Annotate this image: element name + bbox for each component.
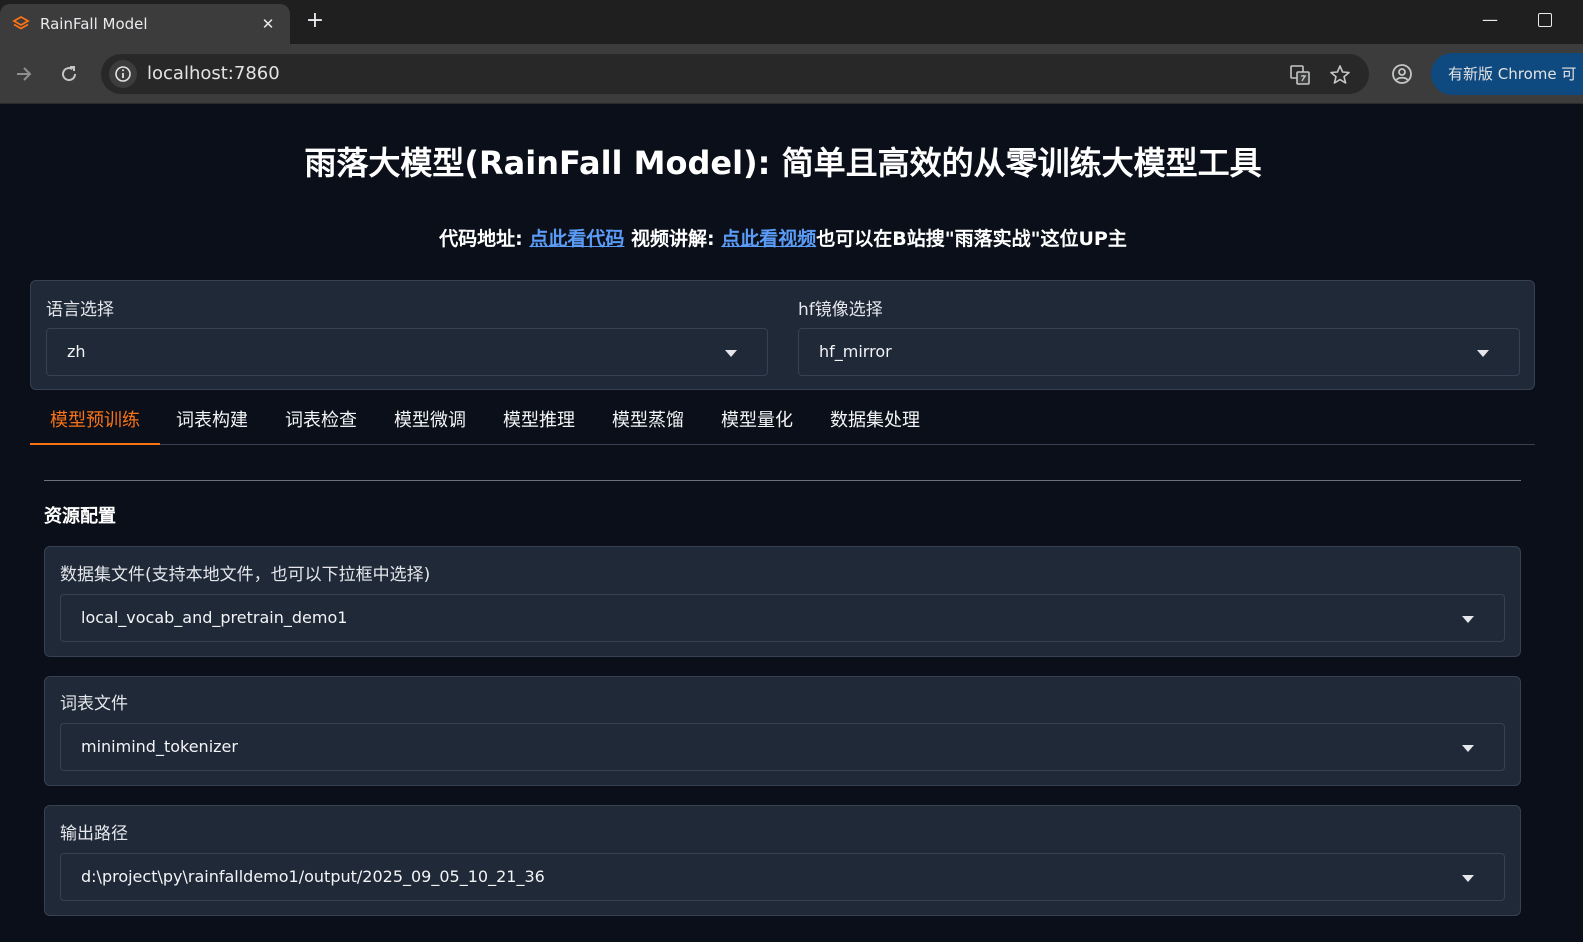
gradio-logo-icon xyxy=(12,15,30,30)
site-info-icon[interactable] xyxy=(109,60,137,88)
bookmark-star-icon[interactable] xyxy=(1328,63,1352,87)
chevron-down-icon xyxy=(1477,350,1489,357)
settings-panel: 语言选择 zh hf镜像选择 hf_mirror xyxy=(30,280,1535,390)
browser-tab[interactable]: RainFall Model ✕ xyxy=(0,4,290,44)
chevron-down-icon xyxy=(1462,616,1474,623)
language-value: zh xyxy=(67,342,86,361)
dataset-select[interactable]: local_vocab_and_pretrain_demo1 xyxy=(60,594,1505,642)
output-label: 输出路径 xyxy=(60,824,128,844)
tab-inference[interactable]: 模型推理 xyxy=(483,400,595,445)
profile-icon[interactable] xyxy=(1390,62,1414,86)
tab-vocab-build[interactable]: 词表构建 xyxy=(156,400,268,445)
video-prefix: 视频讲解: xyxy=(624,228,722,250)
chevron-down-icon xyxy=(725,350,737,357)
dataset-label: 数据集文件(支持本地文件，也可以下拉框中选择) xyxy=(60,565,431,585)
main-tabs: 模型预训练 词表构建 词表检查 模型微调 模型推理 模型蒸馏 模型量化 数据集处… xyxy=(30,400,1535,445)
links-line: 代码地址: 点此看代码 视频讲解: 点此看视频也可以在B站搜"雨落实战"这位UP… xyxy=(0,224,1566,251)
tab-quantize[interactable]: 模型量化 xyxy=(701,400,813,445)
close-tab-icon[interactable]: ✕ xyxy=(258,15,278,33)
mirror-value: hf_mirror xyxy=(819,342,892,361)
section-divider xyxy=(44,480,1521,481)
output-panel: 输出路径 d:\project\py\rainfalldemo1/output/… xyxy=(44,805,1521,916)
browser-toolbar: localhost:7860 有新版 Chrome 可 xyxy=(0,44,1583,104)
minimize-icon[interactable]: — xyxy=(1482,10,1498,29)
maximize-icon[interactable] xyxy=(1538,13,1552,27)
browser-tab-bar: RainFall Model ✕ + — xyxy=(0,0,1583,44)
tab-distill[interactable]: 模型蒸馏 xyxy=(592,400,704,445)
chrome-update-button[interactable]: 有新版 Chrome 可 xyxy=(1431,53,1583,95)
dataset-value: local_vocab_and_pretrain_demo1 xyxy=(81,608,348,627)
tab-dataset[interactable]: 数据集处理 xyxy=(810,400,940,445)
bilibili-note: 也可以在B站搜"雨落实战"这位UP主 xyxy=(816,228,1127,250)
code-link[interactable]: 点此看代码 xyxy=(529,228,624,250)
vocab-select[interactable]: minimind_tokenizer xyxy=(60,723,1505,771)
page-title: 雨落大模型(RainFall Model): 简单且高效的从零训练大模型工具 xyxy=(304,144,1262,182)
reload-icon[interactable] xyxy=(57,62,81,86)
translate-icon[interactable] xyxy=(1288,63,1312,87)
vocab-value: minimind_tokenizer xyxy=(81,737,238,756)
address-bar[interactable]: localhost:7860 xyxy=(101,54,1369,94)
tab-finetune[interactable]: 模型微调 xyxy=(374,400,486,445)
new-tab-button[interactable]: + xyxy=(302,8,328,34)
dataset-panel: 数据集文件(支持本地文件，也可以下拉框中选择) local_vocab_and_… xyxy=(44,546,1521,657)
tab-pretrain[interactable]: 模型预训练 xyxy=(30,400,160,445)
vocab-panel: 词表文件 minimind_tokenizer xyxy=(44,676,1521,786)
chevron-down-icon xyxy=(1462,875,1474,882)
code-prefix: 代码地址: xyxy=(439,228,530,250)
tab-title: RainFall Model xyxy=(40,15,148,33)
chevron-down-icon xyxy=(1462,745,1474,752)
video-link[interactable]: 点此看视频 xyxy=(721,228,816,250)
mirror-select[interactable]: hf_mirror xyxy=(798,328,1520,376)
section-title: 资源配置 xyxy=(44,506,116,527)
vocab-label: 词表文件 xyxy=(60,694,128,714)
language-label: 语言选择 xyxy=(46,300,114,320)
url-text[interactable]: localhost:7860 xyxy=(147,63,280,84)
language-select[interactable]: zh xyxy=(46,328,768,376)
mirror-label: hf镜像选择 xyxy=(798,300,883,320)
page-content: 雨落大模型(RainFall Model): 简单且高效的从零训练大模型工具 代… xyxy=(0,104,1583,942)
forward-arrow-icon[interactable] xyxy=(12,62,36,86)
output-select[interactable]: d:\project\py\rainfalldemo1/output/2025_… xyxy=(60,853,1505,901)
output-value: d:\project\py\rainfalldemo1/output/2025_… xyxy=(81,867,545,886)
tab-vocab-check[interactable]: 词表检查 xyxy=(265,400,377,445)
